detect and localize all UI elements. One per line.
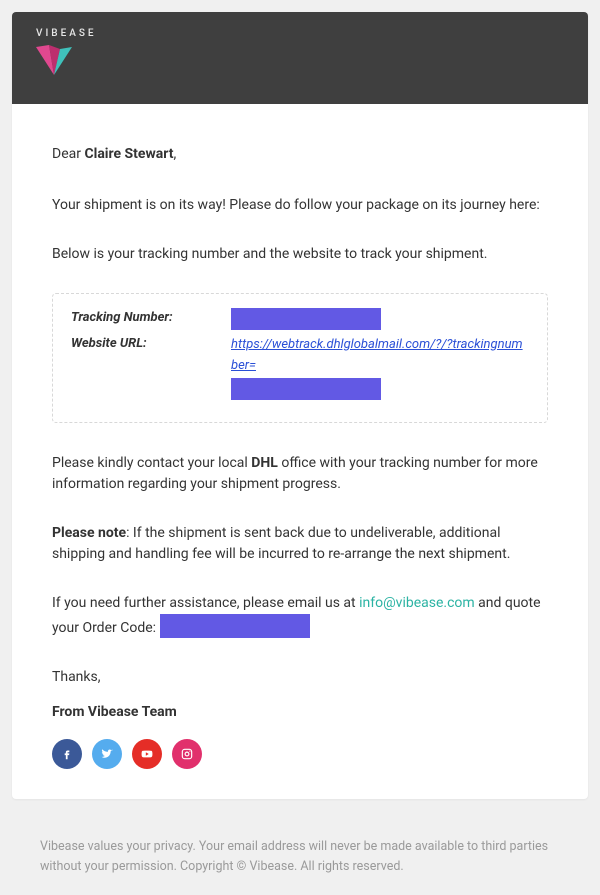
note-paragraph: Please note: If the shipment is sent bac… [52, 523, 548, 565]
redacted-tracking-number [231, 308, 381, 330]
footer-text: Vibease values your privacy. Your email … [40, 839, 548, 874]
tracking-url-value: https://webtrack.dhlglobalmail.com/?/?tr… [231, 334, 529, 400]
brand-name: VIBEASE [36, 26, 564, 41]
intro-paragraph: Your shipment is on its way! Please do f… [52, 195, 548, 216]
tracking-url-link[interactable]: https://webtrack.dhlglobalmail.com/?/?tr… [231, 337, 523, 373]
redacted-order-code [160, 614, 310, 638]
header: VIBEASE [12, 12, 588, 104]
twitter-icon[interactable] [92, 739, 122, 769]
tracking-intro-paragraph: Below is your tracking number and the we… [52, 244, 548, 265]
instagram-icon[interactable] [172, 739, 202, 769]
signoff-thanks: Thanks, [52, 667, 548, 688]
tracking-number-value [231, 308, 529, 330]
tracking-url-label: Website URL: [71, 334, 231, 354]
support-email-link[interactable]: info@vibease.com [359, 595, 475, 611]
dhl-bold: DHL [251, 455, 278, 471]
recipient-name: Claire Stewart [84, 146, 173, 162]
redacted-tracking-query [231, 378, 381, 400]
youtube-icon[interactable] [132, 739, 162, 769]
note-label: Please note [52, 525, 126, 541]
footer: Vibease values your privacy. Your email … [0, 811, 600, 887]
email-card: VIBEASE Dear Claire Stewart, Your shipme… [12, 12, 588, 799]
greeting: Dear Claire Stewart, [52, 144, 548, 165]
tracking-box: Tracking Number: Website URL: https://we… [52, 293, 548, 423]
assistance-paragraph: If you need further assistance, please e… [52, 593, 548, 639]
tracking-url-row: Website URL: https://webtrack.dhlglobalm… [71, 334, 529, 400]
dhl-contact-paragraph: Please kindly contact your local DHL off… [52, 453, 548, 495]
brand-logo-icon [36, 45, 72, 79]
tracking-number-row: Tracking Number: [71, 308, 529, 330]
facebook-icon[interactable] [52, 739, 82, 769]
assist-pre: If you need further assistance, please e… [52, 595, 359, 611]
greeting-suffix: , [173, 146, 176, 162]
social-row [52, 739, 548, 769]
greeting-prefix: Dear [52, 146, 84, 162]
email-body: Dear Claire Stewart, Your shipment is on… [12, 104, 588, 799]
tracking-number-label: Tracking Number: [71, 308, 231, 328]
signoff-team: From Vibease Team [52, 702, 548, 723]
dhl-pre: Please kindly contact your local [52, 455, 251, 471]
